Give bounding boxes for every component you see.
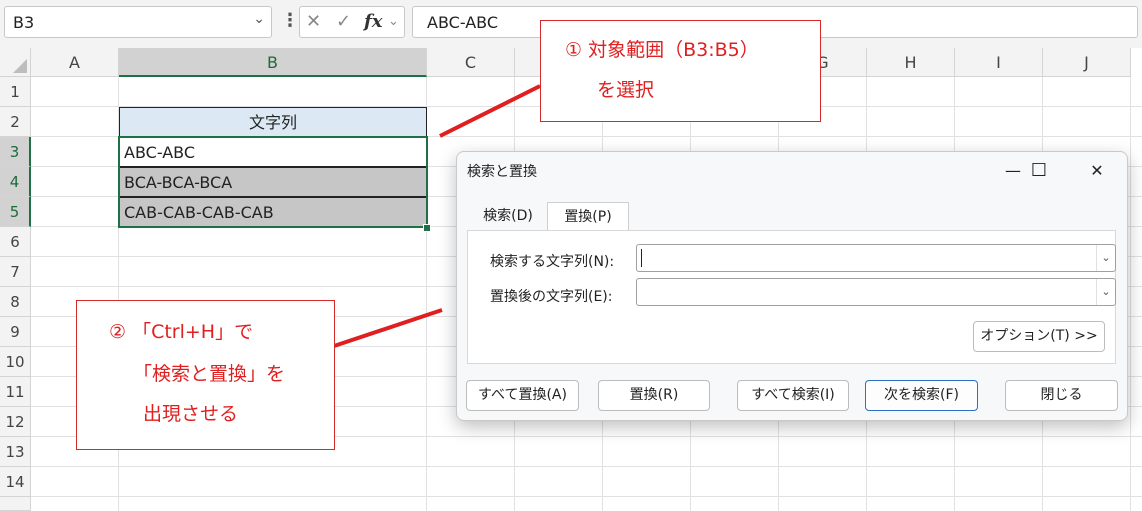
callout-arrow-2 [333, 308, 443, 348]
replace-all-button[interactable]: すべて置換(A) [466, 380, 579, 411]
replace-panel: 検索する文字列(N): ⌄ 置換後の文字列(E): ⌄ オプション(T) >> [467, 230, 1116, 364]
chevron-down-icon[interactable]: ⌄ [1096, 279, 1115, 305]
maximize-icon[interactable]: ☐ [1019, 156, 1059, 186]
close-button[interactable]: 閉じる [1005, 380, 1118, 411]
find-label: 検索する文字列(N): [490, 254, 615, 270]
tab-replace[interactable]: 置換(P) [547, 202, 629, 230]
find-all-button[interactable]: すべて検索(I) [737, 380, 849, 411]
text-caret [641, 249, 642, 267]
close-icon[interactable]: ✕ [1077, 156, 1117, 186]
callout-2-line3: 出現させる [143, 403, 239, 425]
tab-find[interactable]: 検索(D) [471, 202, 545, 230]
callout-1: ① 対象範囲（B3:B5） を選択 [540, 20, 821, 122]
find-replace-dialog: 検索と置換 — ☐ ✕ 検索(D) 置換(P) 検索する文字列(N): ⌄ 置換… [456, 151, 1128, 421]
replace-input[interactable]: ⌄ [636, 278, 1116, 306]
callout-2-line2: 「検索と置換」を [133, 363, 286, 385]
callout-2-line1: ② 「Ctrl+H」で [109, 321, 254, 343]
find-next-button[interactable]: 次を検索(F) [865, 380, 978, 411]
callout-1-line2: を選択 [597, 79, 655, 101]
callout-1-line1: ① 対象範囲（B3:B5） [565, 39, 759, 61]
find-input[interactable]: ⌄ [636, 244, 1116, 272]
options-button[interactable]: オプション(T) >> [973, 321, 1105, 352]
callout-2: ② 「Ctrl+H」で 「検索と置換」を 出現させる [76, 300, 335, 450]
replace-label: 置換後の文字列(E): [490, 289, 613, 305]
callout-arrow-1 [439, 84, 541, 138]
dialog-title: 検索と置換 [467, 164, 537, 180]
chevron-down-icon[interactable]: ⌄ [1096, 245, 1115, 271]
replace-button[interactable]: 置換(R) [598, 380, 710, 411]
